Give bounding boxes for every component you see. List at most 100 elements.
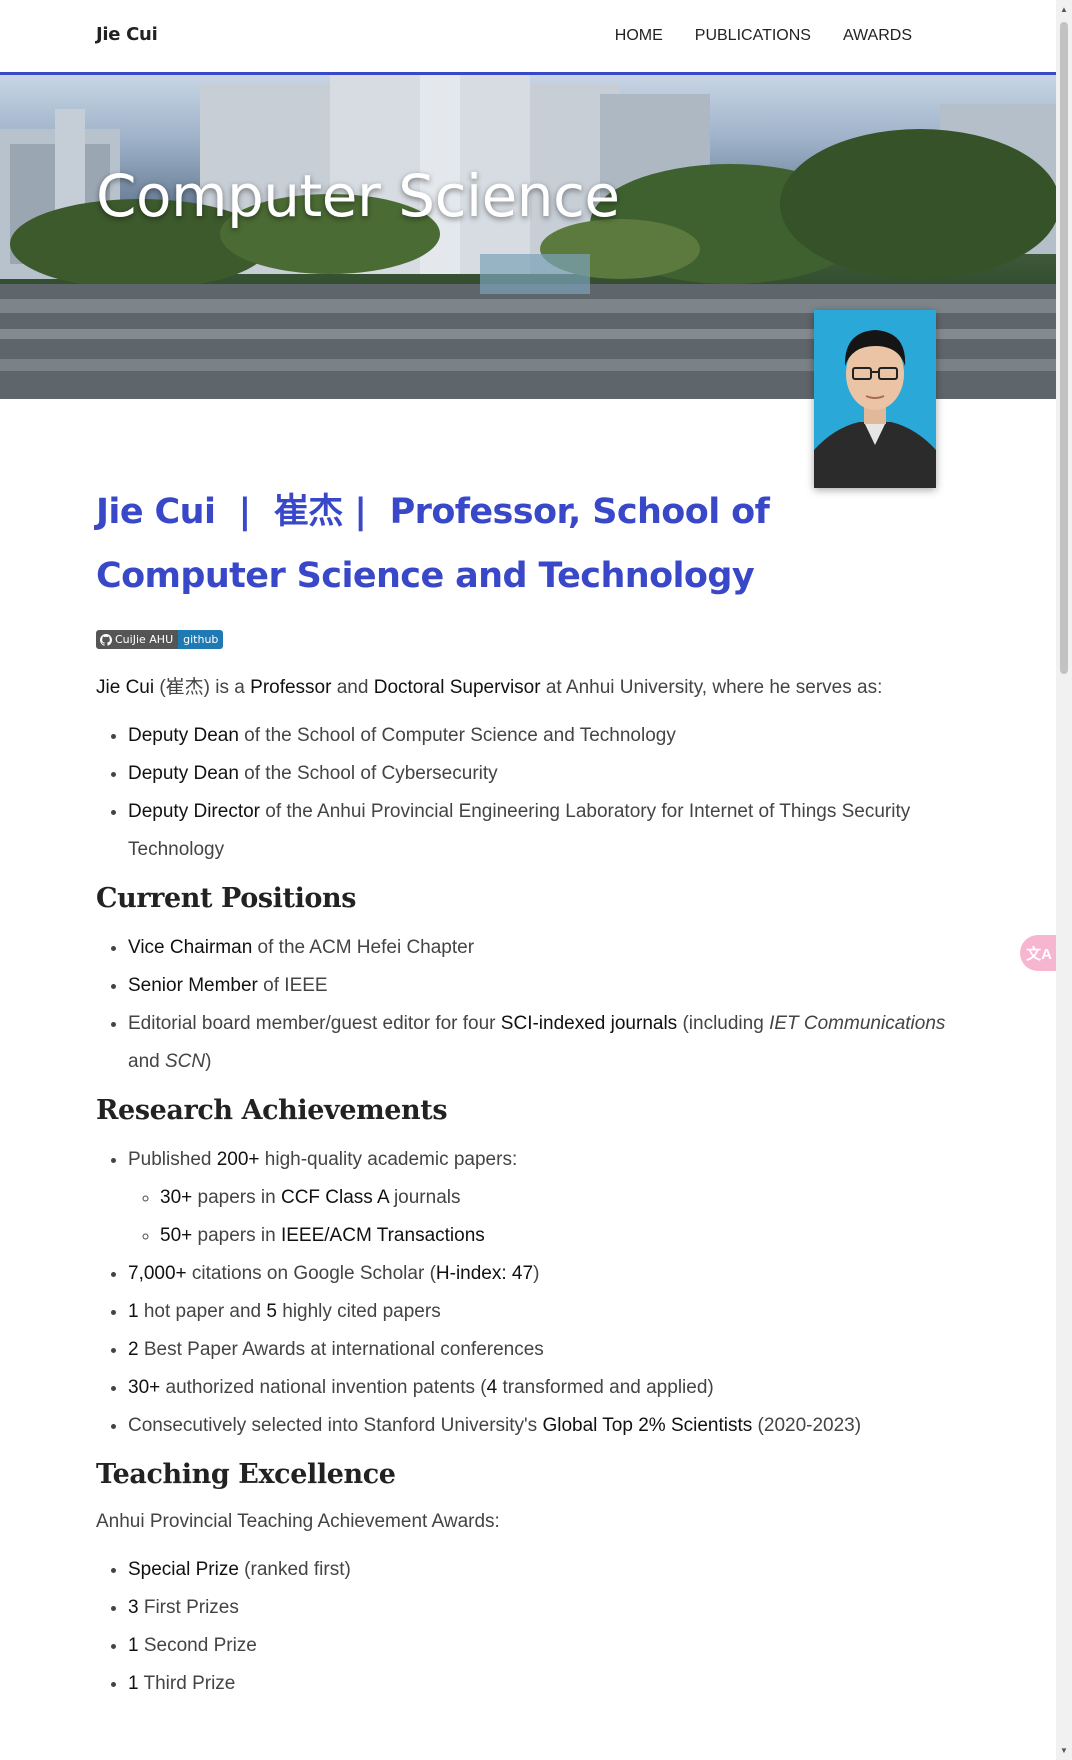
papers-text: Published <box>128 1148 217 1170</box>
main-content: Jie Cui | 崔杰 | Professor, School of Comp… <box>96 480 956 1703</box>
prize-title: Special Prize <box>128 1558 239 1580</box>
profile-photo <box>814 310 936 488</box>
list-item: 30+ papers in CCF Class A journals <box>160 1179 956 1217</box>
editorial-text: Editorial board member/guest editor for … <box>128 1012 501 1034</box>
patent-text: authorized national invention patents ( <box>160 1376 487 1398</box>
list-item: 7,000+ citations on Google Scholar (H-in… <box>128 1255 956 1293</box>
nav-publications[interactable]: PUBLICATIONS <box>695 27 811 45</box>
hero-title: Computer Science <box>96 162 620 230</box>
sub-venue: IEEE/ACM Transactions <box>280 1224 485 1246</box>
stanford-title: Global Top 2% Scientists <box>542 1414 753 1436</box>
sub-venue: CCF Class A <box>280 1186 389 1208</box>
research-heading: Research Achievements <box>96 1094 448 1126</box>
journal-scn: SCN <box>164 1050 206 1072</box>
intro-role-supervisor: Doctoral Supervisor <box>373 676 541 698</box>
intro-name: Jie Cui <box>96 676 155 698</box>
hot-count: 1 <box>128 1300 139 1322</box>
patent-applied-count: 4 <box>486 1376 498 1398</box>
intro-role-professor: Professor <box>250 676 332 698</box>
page-scrollbar[interactable]: ▲ ▼ <box>1056 0 1072 1760</box>
teaching-list: Special Prize (ranked first) 3 First Pri… <box>96 1551 956 1703</box>
page-title: Jie Cui | 崔杰 | Professor, School of Comp… <box>96 492 770 596</box>
papers-sublist: 30+ papers in CCF Class A journals 50+ p… <box>128 1179 956 1255</box>
list-item: Vice Chairman of the ACM Hefei Chapter <box>128 929 956 967</box>
role-title: Deputy Director <box>128 800 260 822</box>
list-item: Deputy Director of the Anhui Provincial … <box>128 793 956 869</box>
editorial-text: (including <box>677 1012 770 1034</box>
editorial-journals: SCI-indexed journals <box>500 1012 678 1034</box>
scrollbar-thumb[interactable] <box>1060 22 1068 674</box>
best-paper-count: 2 <box>128 1338 139 1360</box>
roles-list: Deputy Dean of the School of Computer Sc… <box>96 717 956 869</box>
prize-desc: (ranked first) <box>238 1558 351 1580</box>
best-paper-text: Best Paper Awards at international confe… <box>138 1338 544 1360</box>
list-item: Editorial board member/guest editor for … <box>128 1005 956 1081</box>
list-item: Consecutively selected into Stanford Uni… <box>128 1407 956 1445</box>
nav-home[interactable]: HOME <box>615 27 663 45</box>
list-item: 1 hot paper and 5 highly cited papers <box>128 1293 956 1331</box>
sub-text: journals <box>388 1186 461 1208</box>
sub-text: papers in <box>192 1186 281 1208</box>
current-positions-heading: Current Positions <box>96 882 357 914</box>
scroll-down-icon[interactable]: ▼ <box>1060 1746 1068 1755</box>
stanford-text: Consecutively selected into Stanford Uni… <box>128 1414 543 1436</box>
intro-text-3: at Anhui University, where he serves as: <box>540 676 883 698</box>
list-item: 3 First Prizes <box>128 1589 956 1627</box>
research-list: Published 200+ high-quality academic pap… <box>96 1141 956 1445</box>
list-item: Published 200+ high-quality academic pap… <box>128 1141 956 1255</box>
list-item: 50+ papers in IEEE/ACM Transactions <box>160 1217 956 1255</box>
list-item: Senior Member of IEEE <box>128 967 956 1005</box>
list-item: 1 Third Prize <box>128 1665 956 1703</box>
patent-count: 30+ <box>128 1376 161 1398</box>
cited-count: 5 <box>266 1300 277 1322</box>
sub-text: papers in <box>192 1224 281 1246</box>
prize-count: 1 <box>128 1672 139 1694</box>
citations-count: 7,000+ <box>128 1262 187 1284</box>
scroll-up-icon[interactable]: ▲ <box>1060 5 1068 14</box>
h-index: H-index: 47 <box>435 1262 534 1284</box>
intro-text-2: and <box>331 676 374 698</box>
list-item: 30+ authorized national invention patent… <box>128 1369 956 1407</box>
github-badge-left: CuiJie AHU <box>96 630 179 649</box>
role-desc: of the School of Cybersecurity <box>238 762 498 784</box>
role-title: Deputy Dean <box>128 724 239 746</box>
github-badge-right: github <box>178 630 224 649</box>
hot-text: highly cited papers <box>276 1300 441 1322</box>
prize-count: 3 <box>128 1596 139 1618</box>
list-item: 2 Best Paper Awards at international con… <box>128 1331 956 1369</box>
editorial-text: and <box>128 1050 165 1072</box>
list-item: Special Prize (ranked first) <box>128 1551 956 1589</box>
teaching-heading: Teaching Excellence <box>96 1458 396 1490</box>
nav-awards[interactable]: AWARDS <box>843 27 912 45</box>
patent-text: transformed and applied) <box>497 1376 714 1398</box>
editorial-text: ) <box>205 1050 212 1072</box>
intro-cn-name: (崔杰) <box>159 676 211 698</box>
prize-desc: Second Prize <box>138 1634 257 1656</box>
journal-iet: IET Communications <box>769 1012 946 1034</box>
github-badge[interactable]: CuiJie AHU github <box>96 630 224 649</box>
list-item: Deputy Dean of the School of Cybersecuri… <box>128 755 956 793</box>
list-item: 1 Second Prize <box>128 1627 956 1665</box>
role-title: Deputy Dean <box>128 762 239 784</box>
stanford-years: (2020-2023) <box>752 1414 862 1436</box>
main-nav: HOME PUBLICATIONS AWARDS <box>615 27 912 45</box>
list-item: Deputy Dean of the School of Computer Sc… <box>128 717 956 755</box>
positions-list: Vice Chairman of the ACM Hefei Chapter S… <box>96 929 956 1081</box>
site-brand[interactable]: Jie Cui <box>96 24 158 45</box>
intro-text-1: is a <box>210 676 251 698</box>
hot-text: hot paper and <box>138 1300 267 1322</box>
papers-count: 200+ <box>216 1148 260 1170</box>
github-badge-user: CuiJie AHU <box>115 633 174 646</box>
position-title: Vice Chairman <box>128 936 253 958</box>
position-title: Senior Member <box>128 974 258 996</box>
citations-text: ) <box>533 1262 540 1284</box>
translate-icon[interactable]: 文A <box>1020 935 1058 971</box>
sub-count: 50+ <box>160 1224 193 1246</box>
top-navbar: Jie Cui HOME PUBLICATIONS AWARDS <box>0 0 1056 75</box>
position-desc: of the ACM Hefei Chapter <box>252 936 475 958</box>
prize-desc: First Prizes <box>138 1596 239 1618</box>
teaching-intro: Anhui Provincial Teaching Achievement Aw… <box>96 1510 500 1532</box>
position-desc: of IEEE <box>257 974 328 996</box>
intro-paragraph: Jie Cui (崔杰) is a Professor and Doctoral… <box>96 669 956 707</box>
role-desc: of the School of Computer Science and Te… <box>238 724 676 746</box>
